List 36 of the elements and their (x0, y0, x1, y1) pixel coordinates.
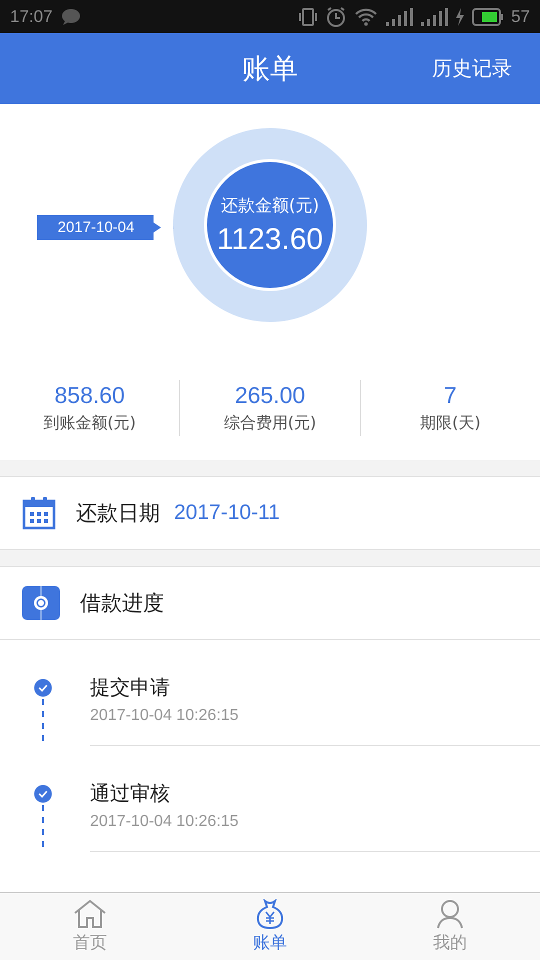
charging-icon (455, 8, 466, 26)
stat-value: 265.00 (234, 382, 306, 409)
status-time: 17:07 (10, 6, 53, 26)
battery-icon (472, 8, 504, 26)
signal-icon (420, 8, 448, 26)
step-time: 2017-10-04 10:26:15 (90, 707, 240, 725)
stat-label: 期限(天) (420, 413, 481, 434)
progress-title: 借款进度 (80, 590, 164, 617)
stat-label: 到账金额(元) (43, 413, 136, 434)
step-time: 2017-10-04 10:26:15 (90, 813, 240, 831)
battery-percent: 57 (511, 6, 530, 26)
nav-tab[interactable]: 我的 (360, 893, 540, 960)
progress-icon (22, 586, 60, 620)
stat-value: 7 (444, 382, 457, 409)
alarm-icon (325, 6, 348, 28)
step-title: 提交申请 (90, 674, 171, 701)
stat-label: 综合费用(元) (224, 413, 316, 434)
nav-tab[interactable]: 首页 (0, 893, 180, 960)
nav-tab[interactable]: 账单 (180, 893, 360, 960)
amount-label: 还款金额(元) (220, 194, 320, 216)
money-bag-icon (255, 899, 285, 929)
date-tag: 2017-10-04 (37, 215, 161, 240)
chat-icon (60, 8, 82, 26)
person-icon (435, 899, 465, 929)
stat-value: 858.60 (54, 382, 125, 409)
step-title: 通过审核 (90, 780, 171, 807)
wifi-icon (354, 6, 378, 26)
repayment-label: 还款日期 (76, 500, 160, 527)
home-icon (73, 899, 107, 929)
amount-value: 1123.60 (216, 222, 324, 256)
signal-icon (385, 8, 414, 26)
vibrate-icon (298, 6, 318, 26)
repayment-date: 2017-10-11 (174, 501, 280, 525)
calendar-icon (22, 496, 56, 530)
page-title: 账单 (242, 50, 298, 86)
history-button[interactable]: 历史记录 (430, 53, 514, 84)
